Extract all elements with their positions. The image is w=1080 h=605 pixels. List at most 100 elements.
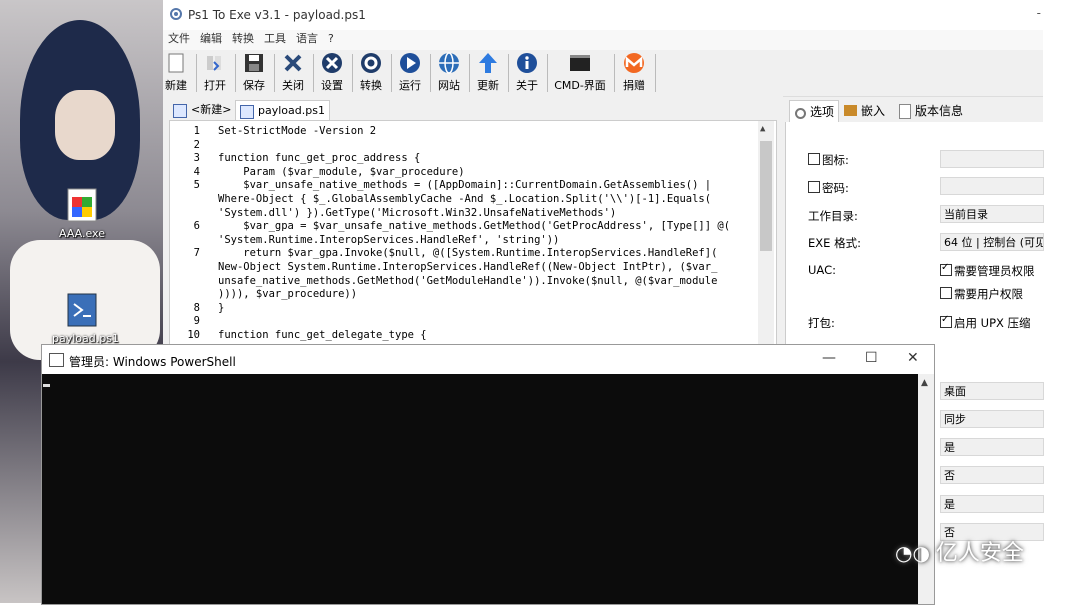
- option-value-field[interactable]: 同步: [940, 410, 1044, 428]
- code-line: 'System.Runtime.InteropServices.HandleRe…: [218, 233, 560, 246]
- about-button[interactable]: 关于: [513, 52, 541, 94]
- menu-help[interactable]: ?: [323, 30, 339, 48]
- option-value-field[interactable]: 否: [940, 466, 1044, 484]
- code-line: $var_unsafe_native_methods = ([AppDomain…: [218, 179, 712, 192]
- desktop-icon-payload[interactable]: payload.ps1: [52, 290, 119, 345]
- powershell-title: 管理员: Windows PowerShell: [69, 355, 236, 369]
- uac-user-checkbox[interactable]: [940, 287, 952, 299]
- line-number: 2: [193, 138, 200, 151]
- console-icon: [49, 353, 64, 367]
- toolbar-separator: [508, 54, 509, 92]
- settings-button[interactable]: 设置: [318, 52, 346, 94]
- tab-options[interactable]: 选项: [789, 100, 840, 123]
- convert-button[interactable]: 转换: [357, 52, 385, 94]
- code-line: New-Object System.Runtime.InteropService…: [218, 261, 718, 273]
- workdir-select[interactable]: 当前目录: [940, 205, 1044, 223]
- toolbar-separator: [430, 54, 431, 92]
- tab-embed[interactable]: 嵌入: [841, 100, 885, 122]
- toolbar-label: 新建: [165, 79, 187, 92]
- code-line: )))), $var_procedure)): [218, 288, 358, 301]
- icon-field[interactable]: [940, 150, 1044, 168]
- update-button[interactable]: 更新: [474, 52, 502, 94]
- website-button[interactable]: 网站: [435, 52, 463, 94]
- option-value-field[interactable]: 是: [940, 438, 1044, 456]
- code-line: }: [218, 301, 225, 314]
- donate-button[interactable]: 捐赠: [619, 52, 649, 94]
- code-editor[interactable]: 1 2 3 4 5 6 7 8 9 10 Set-StrictMode -Version 2 fun…: [169, 120, 777, 347]
- icon-checkbox[interactable]: [808, 153, 820, 165]
- uac-admin-checkbox[interactable]: [940, 262, 952, 276]
- toolbar-label: 转换: [360, 79, 382, 92]
- tab-version-info[interactable]: 版本信息: [895, 100, 963, 122]
- option-value-field[interactable]: 是: [940, 495, 1044, 513]
- powershell-window: 管理员: Windows PowerShell — ☐ ✕ ▲: [41, 344, 935, 605]
- menu-file[interactable]: 文件: [163, 30, 195, 48]
- menu-language[interactable]: 语言: [291, 30, 323, 48]
- powershell-titlebar[interactable]: 管理员: Windows PowerShell — ☐ ✕: [42, 345, 934, 374]
- toolbar-separator: [274, 54, 275, 92]
- run-icon: [399, 52, 421, 74]
- editor-scroll-thumb[interactable]: [760, 141, 772, 251]
- scroll-up-icon[interactable]: ▲: [921, 378, 928, 388]
- document-icon: [173, 104, 187, 118]
- menu-edit[interactable]: 编辑: [195, 30, 227, 48]
- line-number: 4: [193, 165, 200, 178]
- window-titlebar[interactable]: Ps1 To Exe v3.1 - payload.ps1 -: [163, 0, 1043, 30]
- uac-admin-option[interactable]: 需要管理员权限: [940, 262, 1035, 279]
- password-option[interactable]: 密码:: [808, 180, 849, 196]
- new-button[interactable]: 新建: [164, 52, 188, 94]
- run-button[interactable]: 运行: [396, 52, 424, 94]
- line-number: 8: [193, 301, 200, 314]
- save-icon: [243, 52, 265, 74]
- code-line: Param ($var_module, $var_procedure): [218, 165, 465, 178]
- minimize-button[interactable]: —: [822, 350, 836, 366]
- line-number: 10: [187, 329, 200, 341]
- powershell-file-icon: [62, 290, 102, 330]
- uac-label: UAC:: [808, 263, 836, 277]
- password-checkbox[interactable]: [808, 181, 820, 193]
- menu-tools[interactable]: 工具: [259, 30, 291, 48]
- tab-payload[interactable]: payload.ps1: [235, 100, 330, 121]
- close-button[interactable]: 关闭: [279, 52, 307, 94]
- option-value-field[interactable]: 桌面: [940, 382, 1044, 400]
- line-number-gutter: 1 2 3 4 5 6 7 8 9 10: [170, 121, 210, 346]
- pack-label: 打包:: [808, 316, 835, 330]
- menu-convert[interactable]: 转换: [227, 30, 259, 48]
- code-line: return $var_gpa.Invoke($null, @([System.…: [218, 247, 718, 260]
- line-number: 3: [193, 152, 200, 165]
- powershell-console[interactable]: [42, 374, 918, 604]
- close-window-button[interactable]: ✕: [907, 350, 919, 366]
- console-scrollbar[interactable]: ▲: [918, 374, 934, 604]
- tab-label: 嵌入: [861, 104, 886, 118]
- toolbar-label: 保存: [243, 79, 265, 92]
- open-icon: [204, 52, 226, 74]
- tab-label: payload.ps1: [258, 104, 325, 117]
- toolbar-separator: [313, 54, 314, 92]
- toolbar-separator: [352, 54, 353, 92]
- maximize-button[interactable]: ☐: [865, 350, 878, 366]
- upx-option[interactable]: 启用 UPX 压缩: [940, 314, 1031, 331]
- cmd-interface-button[interactable]: CMD-界面: [552, 52, 608, 94]
- desktop-icon-aaa[interactable]: AAA.exe: [52, 185, 112, 240]
- toolbar-label: CMD-界面: [554, 79, 606, 92]
- upx-checkbox[interactable]: [940, 314, 952, 328]
- line-number: 1: [193, 125, 200, 137]
- exe-format-select[interactable]: 64 位 | 控制台 (可见: [940, 233, 1044, 251]
- password-label: 密码:: [822, 181, 849, 195]
- password-field[interactable]: [940, 177, 1044, 195]
- open-button[interactable]: 打开: [201, 52, 229, 94]
- options-tabs: 选项 嵌入 版本信息: [783, 100, 1043, 123]
- uac-user-option[interactable]: 需要用户权限: [940, 286, 1023, 302]
- scroll-up-icon[interactable]: ▲: [760, 124, 765, 134]
- icon-option[interactable]: 图标:: [808, 152, 849, 168]
- toolbar: 新建 打开 保存 关闭 设置 转换 运行 网站 更新 关于 CMD-界面 捐赠: [163, 50, 1043, 97]
- code-line: unsafe_native_methods.GetMethod('GetModu…: [218, 274, 718, 287]
- monero-icon: [623, 52, 645, 74]
- uac-user-label: 需要用户权限: [954, 287, 1023, 301]
- wallpaper-face: [55, 90, 115, 160]
- console-cursor: [43, 384, 50, 387]
- save-button[interactable]: 保存: [240, 52, 268, 94]
- tab-new[interactable]: <新建>: [169, 100, 235, 120]
- toolbar-separator: [196, 54, 197, 92]
- toolbar-label: 更新: [477, 79, 499, 92]
